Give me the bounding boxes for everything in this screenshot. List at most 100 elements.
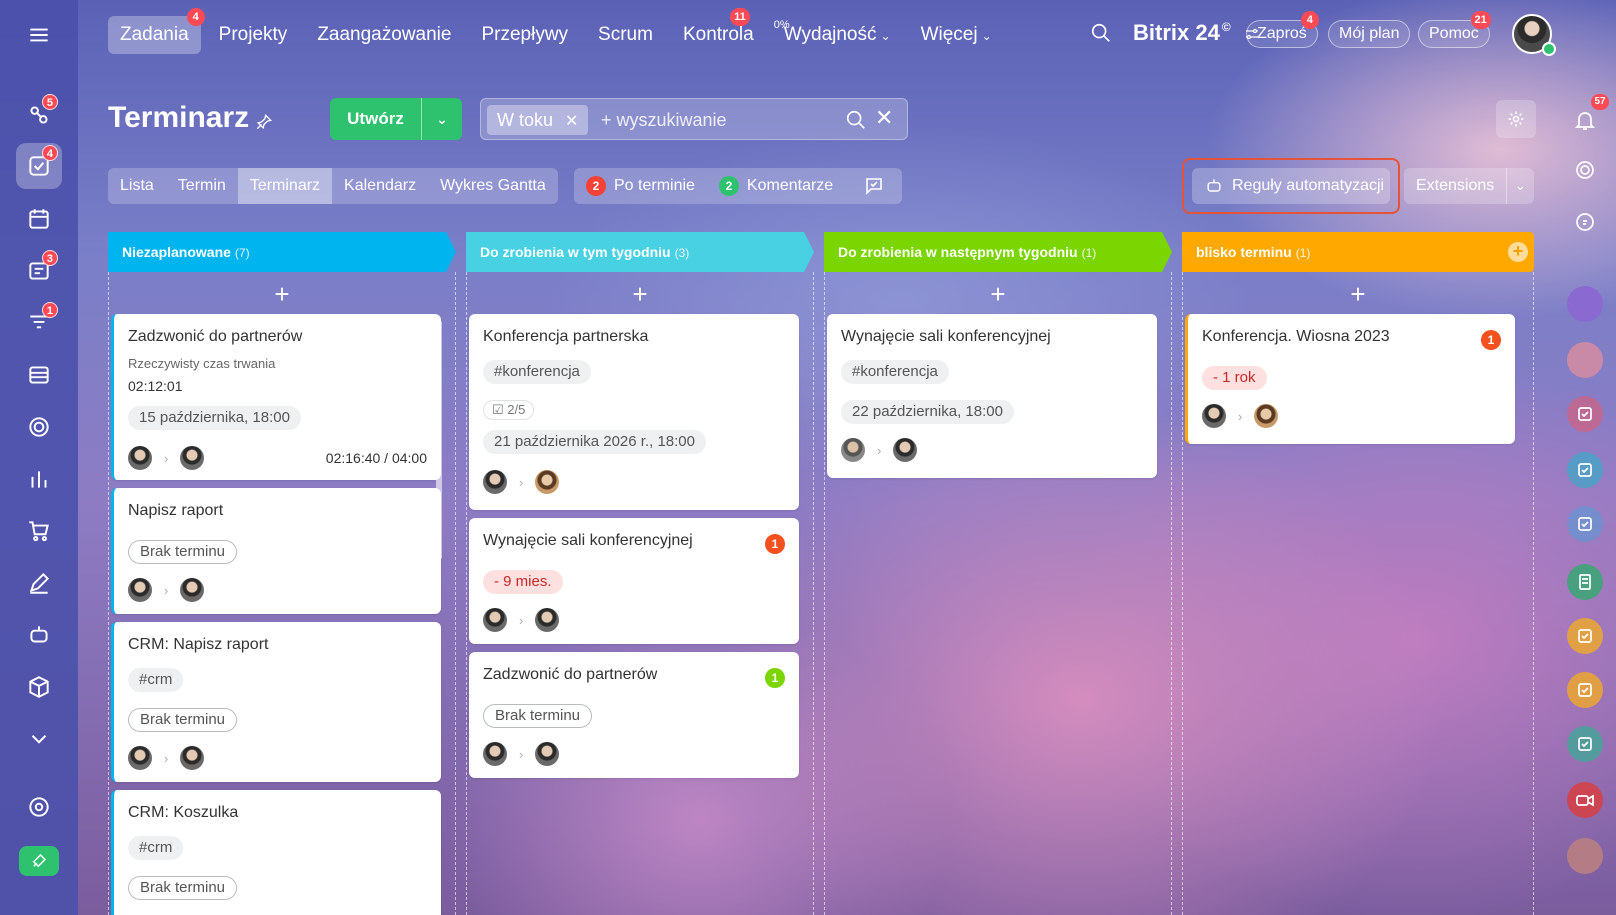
task-title[interactable]: Napisz raport — [128, 502, 223, 520]
pin-icon[interactable] — [254, 112, 276, 134]
create-button[interactable]: Utwórz ⌄ — [330, 98, 462, 140]
hashtag[interactable]: #konferencja — [483, 360, 591, 384]
avatar[interactable] — [483, 608, 507, 632]
deadline-tag[interactable]: - 9 mies. — [483, 570, 563, 594]
task-card[interactable]: Konferencja partnerska #konferencja ☑ 2/… — [469, 314, 799, 510]
contact-avatar[interactable] — [1567, 286, 1603, 322]
add-task-icon[interactable]: + — [825, 280, 1171, 308]
sidebar-item-reports[interactable] — [16, 456, 62, 502]
tab-lista[interactable]: Lista — [108, 168, 166, 204]
tab-termin[interactable]: Termin — [166, 168, 238, 204]
sidebar-settings[interactable] — [16, 784, 62, 830]
sidebar-item-calendar[interactable] — [16, 196, 62, 242]
document-chat-icon[interactable] — [1567, 564, 1603, 600]
nav-item-scrum[interactable]: Scrum — [586, 16, 665, 54]
sidebar-item-robots[interactable] — [16, 612, 62, 658]
nav-item-przeplywy[interactable]: Przepływy — [469, 16, 580, 54]
invite-button[interactable]: Zaproś 4 — [1246, 11, 1319, 48]
search-chat-icon[interactable] — [1567, 204, 1603, 240]
task-card[interactable]: Zadzwonić do partnerów Rzeczywisty czas … — [111, 314, 441, 480]
avatar[interactable] — [180, 746, 205, 770]
avatar[interactable] — [1254, 404, 1279, 428]
scrollbar[interactable] — [436, 320, 442, 560]
task-card[interactable]: Napisz raport Brak terminu › — [111, 488, 441, 614]
nav-item-wiecej[interactable]: Więcej ⌄ — [909, 16, 1004, 54]
add-task-icon[interactable]: + — [109, 280, 455, 308]
sidebar-item-market[interactable] — [16, 664, 62, 710]
task-chat-icon[interactable] — [1567, 452, 1603, 488]
avatar[interactable] — [483, 742, 507, 766]
task-title[interactable]: Konferencja. Wiosna 2023 — [1202, 328, 1390, 346]
chevron-down-icon[interactable]: ⌄ — [422, 111, 462, 128]
tab-kalendarz[interactable]: Kalendarz — [332, 168, 428, 204]
avatar[interactable] — [483, 470, 507, 494]
top-search-icon[interactable] — [1090, 22, 1114, 46]
add-column-icon[interactable]: + — [1508, 242, 1528, 262]
sidebar-item-funnel[interactable]: 1 — [16, 300, 62, 346]
task-card[interactable]: Wynajęcie sali konferencyjnej #konferenc… — [827, 314, 1157, 478]
tab-wykres-gantta[interactable]: Wykres Gantta — [428, 168, 558, 204]
my-plan-button[interactable]: Mój plan — [1328, 20, 1411, 48]
avatar[interactable] — [1202, 404, 1226, 428]
avatar[interactable] — [128, 578, 152, 602]
deadline-tag[interactable]: Brak terminu — [483, 704, 593, 728]
deadline-tag[interactable]: - 1 rok — [1202, 366, 1267, 390]
task-title[interactable]: Zadzwonić do partnerów — [128, 328, 302, 346]
sidebar-item-tasks[interactable]: 4 — [16, 143, 62, 189]
hashtag[interactable]: #konferencja — [841, 360, 949, 384]
extensions-button[interactable]: Extensions ⌄ — [1404, 168, 1534, 204]
task-card[interactable]: Zadzwonić do partnerów 1 Brak terminu › — [469, 652, 799, 778]
task-chat-icon[interactable] — [1567, 618, 1603, 654]
rocket-button[interactable] — [19, 846, 59, 876]
filter-chip[interactable]: W toku ✕ — [487, 105, 589, 135]
add-task-icon[interactable]: + — [467, 280, 813, 308]
settings-button[interactable] — [1496, 100, 1536, 138]
help-button[interactable]: Pomoc 21 — [1418, 11, 1491, 48]
avatar[interactable] — [893, 438, 918, 462]
nav-item-projekty[interactable]: Projekty — [207, 16, 300, 54]
task-title[interactable]: Zadzwonić do partnerów — [483, 666, 657, 684]
avatar[interactable] — [180, 578, 205, 602]
counter-comments[interactable]: 2 Komentarze — [718, 176, 833, 196]
search-icon[interactable] — [845, 109, 867, 131]
add-task-icon[interactable]: + — [1183, 280, 1533, 308]
task-chat-icon[interactable] — [1567, 506, 1603, 542]
avatar[interactable] — [128, 446, 152, 470]
notifications-icon[interactable]: 57 — [1567, 94, 1609, 138]
deadline-tag[interactable]: 21 października 2026 r., 18:00 — [483, 430, 706, 454]
deadline-tag[interactable]: Brak terminu — [128, 876, 238, 900]
search-input[interactable] — [601, 105, 831, 135]
task-card[interactable]: Konferencja. Wiosna 2023 1 - 1 rok › — [1185, 314, 1515, 444]
sidebar-item-crm[interactable]: 5 — [16, 92, 62, 138]
chevron-down-icon[interactable]: ⌄ — [1506, 168, 1534, 204]
task-card[interactable]: CRM: Koszulka #crm Brak terminu — [111, 790, 441, 915]
task-card[interactable]: Wynajęcie sali konferencyjnej 1 - 9 mies… — [469, 518, 799, 644]
avatar[interactable] — [535, 742, 560, 766]
hashtag[interactable]: #crm — [128, 668, 184, 692]
sidebar-item-goals[interactable] — [16, 404, 62, 450]
deadline-tag[interactable]: 15 października, 18:00 — [128, 406, 301, 430]
task-title[interactable]: Wynajęcie sali konferencyjnej — [841, 328, 1051, 346]
video-call-icon[interactable] — [1567, 782, 1603, 818]
avatar[interactable] — [535, 608, 560, 632]
automation-rules-button[interactable]: Reguły automatyzacji — [1192, 168, 1390, 204]
copilot-icon[interactable] — [1567, 152, 1603, 188]
avatar[interactable] — [535, 470, 560, 494]
task-title[interactable]: Konferencja partnerska — [483, 328, 648, 346]
nav-item-zaangazowanie[interactable]: Zaangażowanie — [305, 16, 463, 54]
contact-avatar[interactable] — [1567, 838, 1603, 874]
sidebar-item-sign[interactable] — [16, 560, 62, 606]
read-all-icon[interactable] — [862, 174, 886, 198]
nav-item-wydajnosc[interactable]: 0% Wydajność ⌄ — [772, 16, 903, 54]
avatar[interactable] — [180, 446, 205, 470]
menu-icon[interactable] — [16, 12, 62, 58]
nav-item-kontrola[interactable]: Kontrola 11 — [671, 8, 766, 54]
nav-item-zadania[interactable]: Zadania 4 — [108, 8, 205, 54]
sidebar-more[interactable] — [16, 716, 62, 762]
checklist-badge[interactable]: ☑ 2/5 — [483, 400, 535, 420]
sidebar-item-feed[interactable]: 3 — [16, 248, 62, 294]
task-card[interactable]: CRM: Napisz raport #crm Brak terminu › — [111, 622, 441, 782]
deadline-tag[interactable]: Brak terminu — [128, 540, 238, 564]
task-chat-icon[interactable] — [1567, 726, 1603, 762]
clear-icon[interactable]: ✕ — [875, 105, 893, 131]
